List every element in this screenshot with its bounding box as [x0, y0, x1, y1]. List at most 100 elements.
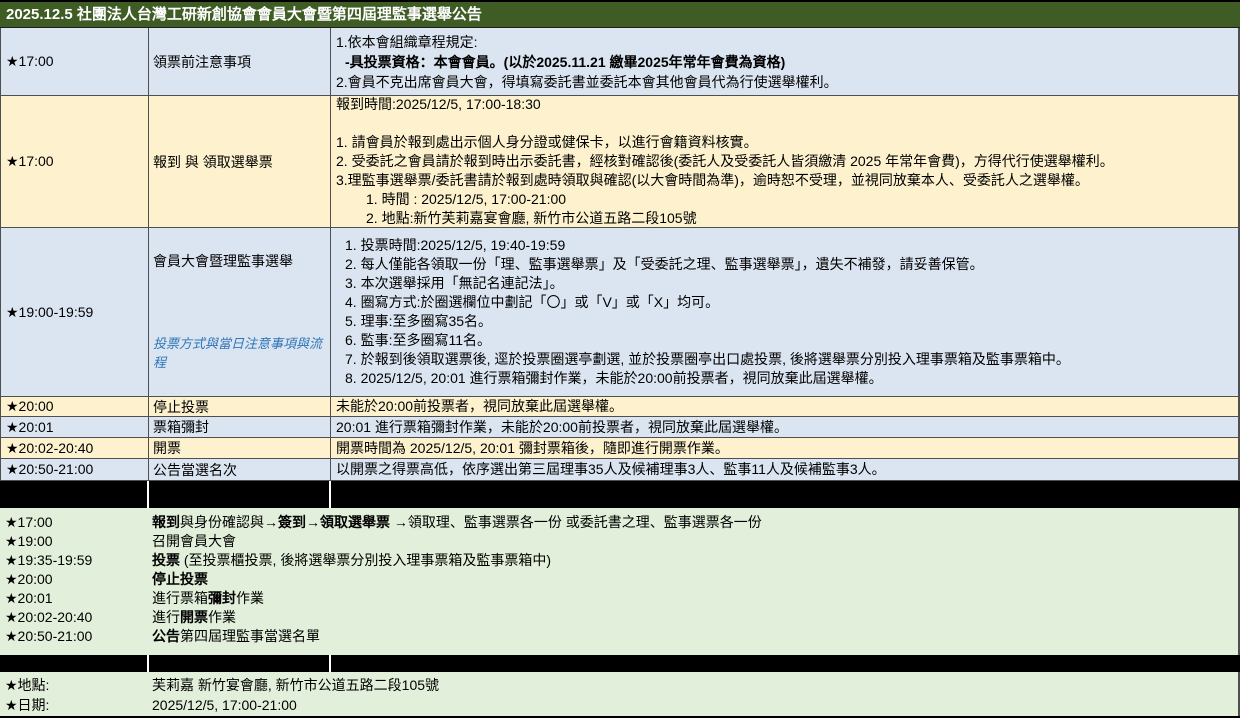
schedule-row: ★17:00 報到 與 領取選舉票 報到時間:2025/12/5, 17:00-… — [0, 96, 1240, 228]
agenda-text-part: 報到 — [152, 514, 180, 530]
schedule-row: ★20:01 票箱彌封 20:01 進行票箱彌封作業，未能於20:00前投票者，… — [0, 417, 1240, 438]
subject-note: 投票方式與當日注意事項與流程 — [153, 333, 326, 371]
agenda-time: ★19:35-19:59 — [0, 551, 148, 570]
content-line: 5. 理事:至多圈寫35名。 — [336, 312, 1233, 331]
agenda-content: 報到與身份確認與→簽到→領取選舉票 →領取理、監事選票各一份 或委託書之理、監事… — [148, 513, 1238, 532]
content-cell: 未能於20:00前投票者，視同放棄此屆選舉權。 — [331, 397, 1238, 416]
time-cell: ★19:00-19:59 — [1, 228, 149, 396]
schedule-row: ★20:50-21:00 公告當選名次 以開票之得票高低，依序選出第三屆理事35… — [0, 459, 1240, 481]
schedule-row: ★20:00 停止投票 未能於20:00前投票者，視同放棄此屆選舉權。 — [0, 397, 1240, 417]
content-cell: 報到時間:2025/12/5, 17:00-18:30 1. 請會員於報到處出示… — [331, 96, 1238, 227]
agenda-time: ★20:01 — [0, 589, 148, 608]
content-line: -具投票資格：本會會員。(以於2025.11.21 繳畢2025年常年會費為資格… — [336, 52, 1233, 72]
content-line: 6. 監事:至多圈寫11名。 — [336, 331, 1233, 350]
agenda-text-part: 作業 — [208, 609, 236, 625]
subject-label: 會員大會暨理監事選舉 — [153, 251, 326, 271]
subject-cell: 報到 與 領取選舉票 — [149, 96, 331, 227]
content-line: 20:01 進行票箱彌封作業，未能於20:00前投票者，視同放棄此屆選舉權。 — [336, 418, 1233, 437]
subject-cell: 停止投票 — [149, 397, 331, 416]
subject-cell: 票箱彌封 — [149, 417, 331, 437]
agenda-text-part: → — [306, 514, 320, 530]
agenda-row: ★17:00 報到與身份確認與→簽到→領取選舉票 →領取理、監事選票各一份 或委… — [0, 513, 1238, 532]
footer-row: ★日期: 2025/12/5, 17:00-21:00 — [0, 695, 1238, 715]
agenda-text-part: 投票 — [152, 552, 180, 568]
subject-cell: 開票 — [149, 438, 331, 458]
schedule-row: ★19:00-19:59 會員大會暨理監事選舉 投票方式與當日注意事項與流程 1… — [0, 228, 1240, 397]
agenda-content: 進行票箱彌封作業 — [148, 589, 1238, 608]
content-line: 2. 受委託之會員請於報到時出示委託書，經核對確認後(委託人及受委託人皆須繳清 … — [336, 152, 1233, 171]
agenda-row: ★20:50-21:00 公告第四屆理監事當選名單 — [0, 627, 1238, 646]
agenda-time: ★19:00 — [0, 532, 148, 551]
agenda-text-part: (至投票櫃投票, 後將選舉票分別投入理事票箱及監事票箱中) — [180, 552, 551, 568]
separator-segment — [149, 481, 329, 508]
agenda-content: 投票 (至投票櫃投票, 後將選舉票分別投入理事票箱及監事票箱中) — [148, 551, 1238, 570]
content-line: 4. 圈寫方式:於圈選欄位中劃記「〇」或「V」或「X」均可。 — [336, 293, 1233, 312]
content-line: 1.依本會組織章程規定: — [336, 32, 1233, 52]
footer-value: 芙莉嘉 新竹宴會廳, 新竹市公道五路二段105號 — [148, 675, 1238, 695]
agenda-content: 進行開票作業 — [148, 608, 1238, 627]
footer-label: ★地點: — [0, 675, 148, 695]
agenda-text-part: 彌封 — [208, 590, 236, 606]
content-cell: 以開票之得票高低，依序選出第三屆理事35人及候補理事3人、監事11人及候補監事3… — [331, 459, 1238, 480]
agenda-text-part: 進行 — [152, 609, 180, 625]
separator-segment — [0, 655, 147, 672]
content-line: 7. 於報到後領取選票後, 逕於投票圈選亭劃選, 並於投票圈亭出口處投票, 後將… — [336, 350, 1233, 369]
content-line: 2. 每人僅能各領取一份「理、監事選舉票」及「受委託之理、監事選舉票」，遺失不補… — [336, 255, 1233, 274]
agenda-text-part: 簽到 — [278, 514, 306, 530]
agenda-text-part: →領取理、監事選票各一份 或委託書之理、監事選票各一份 — [390, 514, 762, 530]
footer-label: ★日期: — [0, 695, 148, 715]
agenda-section: ★17:00 報到與身份確認與→簽到→領取選舉票 →領取理、監事選票各一份 或委… — [0, 508, 1240, 655]
content-cell: 20:01 進行票箱彌封作業，未能於20:00前投票者，視同放棄此屆選舉權。 — [331, 417, 1238, 437]
content-line: 開票時間為 2025/12/5, 20:01 彌封票箱後，隨即進行開票作業。 — [336, 439, 1233, 458]
footer-value: 2025/12/5, 17:00-21:00 — [148, 695, 1238, 715]
content-line: 1. 投票時間:2025/12/5, 19:40-19:59 — [336, 236, 1233, 255]
subject-cell: 領票前注意事項 — [149, 28, 331, 95]
agenda-row: ★19:35-19:59 投票 (至投票櫃投票, 後將選舉票分別投入理事票箱及監… — [0, 551, 1238, 570]
separator-segment — [0, 481, 147, 508]
subject-label: 報到 與 領取選舉票 — [153, 152, 326, 172]
agenda-text-part: 與身份確認與→ — [180, 514, 278, 530]
separator-bar — [0, 481, 1240, 508]
content-cell: 1.依本會組織章程規定:-具投票資格：本會會員。(以於2025.11.21 繳畢… — [331, 28, 1238, 95]
separator-segment — [149, 655, 329, 672]
separator-segment — [331, 481, 1240, 508]
content-line: 以開票之得票高低，依序選出第三屆理事35人及候補理事3人、監事11人及候補監事3… — [336, 460, 1233, 479]
schedule-table: ★17:00 領票前注意事項 1.依本會組織章程規定:-具投票資格：本會會員。(… — [0, 28, 1240, 481]
agenda-text-part: 第四屆理監事當選名單 — [180, 628, 320, 644]
time-cell: ★20:50-21:00 — [1, 459, 149, 480]
agenda-time: ★20:02-20:40 — [0, 608, 148, 627]
agenda-content: 公告第四屆理監事當選名單 — [148, 627, 1238, 646]
content-line: 3.理監事選舉票/委託書請於報到處時領取與確認(以大會時間為準)，逾時恕不受理，… — [336, 171, 1233, 190]
agenda-time: ★20:50-21:00 — [0, 627, 148, 646]
agenda-text-part: 作業 — [236, 590, 264, 606]
agenda-text-part: 進行票箱 — [152, 590, 208, 606]
content-line: 1. 時間 : 2025/12/5, 17:00-21:00 — [336, 190, 1233, 209]
footer-row: ★地點: 芙莉嘉 新竹宴會廳, 新竹市公道五路二段105號 — [0, 675, 1238, 695]
content-line: 未能於20:00前投票者，視同放棄此屆選舉權。 — [336, 397, 1233, 416]
agenda-row: ★20:02-20:40 進行開票作業 — [0, 608, 1238, 627]
content-line: 3. 本次選舉採用「無記名連記法」。 — [336, 274, 1233, 293]
agenda-content: 停止投票 — [148, 570, 1238, 589]
agenda-row: ★20:00 停止投票 — [0, 570, 1238, 589]
subject-label: 開票 — [153, 438, 326, 458]
agenda-text-part: 領取選舉票 — [320, 514, 390, 530]
schedule-row: ★17:00 領票前注意事項 1.依本會組織章程規定:-具投票資格：本會會員。(… — [0, 28, 1240, 96]
content-cell: 開票時間為 2025/12/5, 20:01 彌封票箱後，隨即進行開票作業。 — [331, 438, 1238, 458]
subject-label: 票箱彌封 — [153, 417, 326, 437]
agenda-text-part: 停止投票 — [152, 571, 208, 587]
agenda-text-part: 召開會員大會 — [152, 533, 236, 549]
content-line: 2. 地點:新竹芙莉嘉宴會廳, 新竹市公道五路二段105號 — [336, 209, 1233, 227]
time-cell: ★20:01 — [1, 417, 149, 437]
subject-label: 公告當選名次 — [153, 460, 326, 480]
page-title: 2025.12.5 社團法人台灣工研新創協會會員大會暨第四屆理監事選舉公告 — [0, 2, 1240, 28]
agenda-time: ★20:00 — [0, 570, 148, 589]
time-cell: ★20:00 — [1, 397, 149, 416]
subject-label: 領票前注意事項 — [153, 52, 326, 72]
schedule-row: ★20:02-20:40 開票 開票時間為 2025/12/5, 20:01 彌… — [0, 438, 1240, 459]
content-line: 報到時間:2025/12/5, 17:00-18:30 — [336, 96, 1233, 114]
subject-label: 停止投票 — [153, 397, 326, 417]
separator-bar — [0, 655, 1240, 672]
agenda-time: ★17:00 — [0, 513, 148, 532]
content-line: 8. 2025/12/5, 20:01 進行票箱彌封作業，未能於20:00前投票… — [336, 369, 1233, 388]
content-line: 1. 請會員於報到處出示個人身分證或健保卡，以進行會籍資料核實。 — [336, 133, 1233, 152]
